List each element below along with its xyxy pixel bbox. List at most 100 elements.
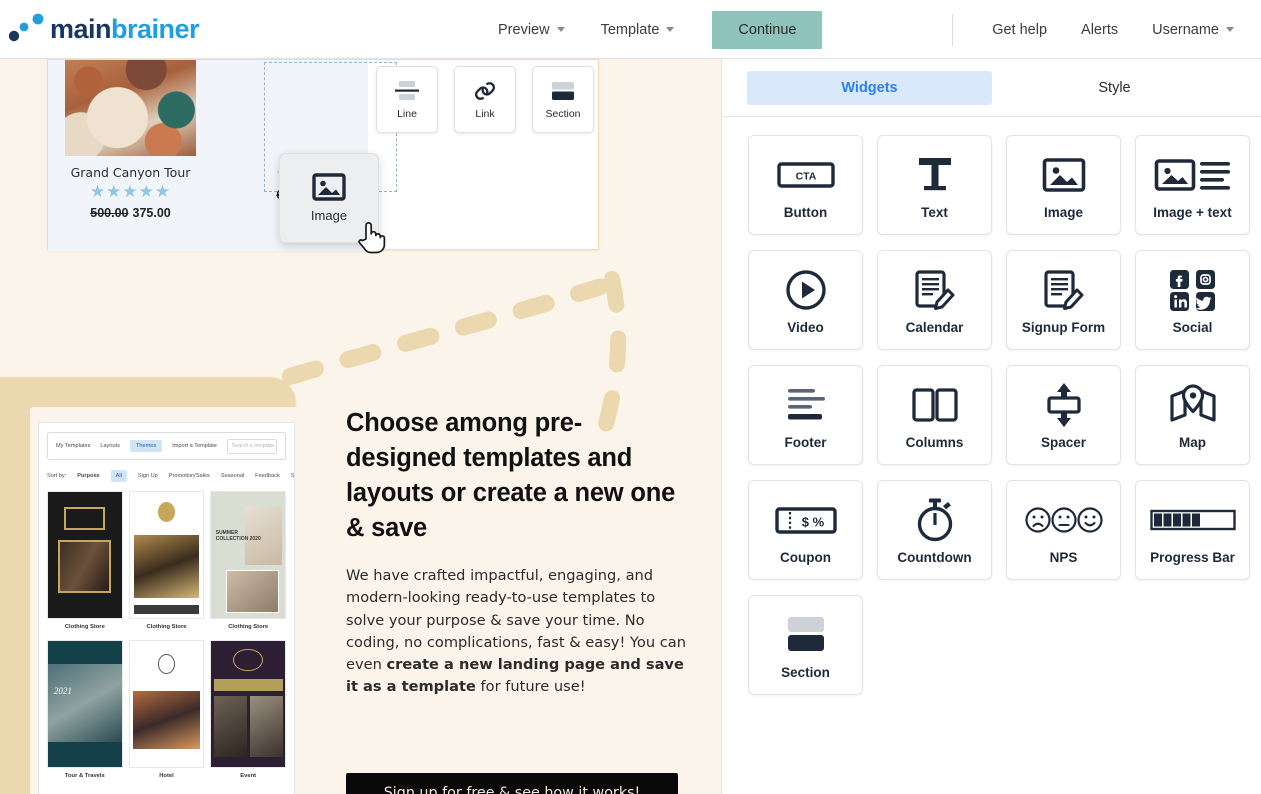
video-play-icon	[785, 266, 827, 314]
panel-tabs: Widgets Style	[723, 59, 1261, 117]
tpl-sort-value: Purpose	[77, 473, 100, 479]
template-thumb-2: SUMMER COLLECTION 2020 Clothing Store	[210, 491, 286, 634]
widget-progress-bar[interactable]: Progress Bar	[1135, 480, 1250, 580]
chevron-down-icon	[556, 27, 565, 32]
widgets-side-panel: Widgets Style CTA Button Text Image Imag…	[723, 59, 1261, 794]
template-caption-0: Clothing Store	[64, 624, 105, 630]
tpl-search-field: Search a template	[226, 438, 277, 454]
widget-spacer-label: Spacer	[1040, 434, 1087, 450]
widget-section-panel[interactable]: Section	[748, 595, 863, 695]
product-title: Grand Canyon Tour	[70, 165, 191, 180]
svg-text:$ %: $ %	[801, 514, 824, 529]
widget-image[interactable]: Image	[1006, 135, 1121, 235]
builder-drop-area[interactable]: Grand Canyon Tour ★★★★★ 500.00375.00 ★★★…	[48, 60, 397, 254]
widget-calendar[interactable]: Calendar	[877, 250, 992, 350]
promo-heading: Choose among pre-designed templates and …	[346, 409, 676, 542]
tpl-tab-2: Themes	[130, 440, 163, 452]
template-thumb-3: 2021 Tour & Travels	[47, 640, 123, 783]
template-shot-filterbar: Sort by: Purpose All Sign Up Promotion/S…	[47, 467, 294, 485]
nav-label-template: Template	[600, 21, 660, 38]
template-thumb-0: Clothing Store	[47, 491, 123, 634]
section-icon	[548, 79, 578, 103]
widget-section-label: Section	[545, 108, 581, 120]
signup-form-icon	[1042, 266, 1086, 314]
widget-social-label: Social	[1172, 319, 1213, 335]
product-card-grand-canyon[interactable]: Grand Canyon Tour ★★★★★ 500.00 375.00	[65, 60, 196, 220]
tpl-tab-3: Import a Template	[172, 443, 217, 449]
widget-image-label: Image	[1043, 204, 1084, 220]
template-caption-4: Hotel	[159, 773, 174, 779]
drag-ghost-label: Image	[310, 208, 348, 223]
tab-widgets[interactable]: Widgets	[747, 70, 992, 105]
widget-link[interactable]: Link	[454, 66, 516, 133]
line-icon	[394, 79, 420, 103]
product-image-grand-canyon	[65, 60, 196, 156]
tab-style[interactable]: Style	[992, 71, 1237, 105]
svg-text:CTA: CTA	[795, 170, 816, 182]
brand-logo[interactable]: mainbrainer	[8, 12, 200, 46]
widget-countdown-label: Countdown	[897, 549, 972, 565]
cursor-pointer-hand-icon	[356, 219, 386, 255]
widget-countdown[interactable]: Countdown	[877, 480, 992, 580]
widget-image-plus-text[interactable]: Image + text	[1135, 135, 1250, 235]
product-price-old: 500.00	[90, 206, 129, 220]
widget-image-plus-text-label: Image + text	[1153, 204, 1232, 220]
chevron-down-icon	[666, 27, 675, 32]
widget-progress-bar-label: Progress Bar	[1150, 549, 1235, 565]
widget-line[interactable]: Line	[376, 66, 438, 133]
product-rating-stars: ★★★★★	[89, 182, 172, 201]
calendar-pencil-icon	[913, 266, 957, 314]
account-nav: Get help Alerts Username	[952, 0, 1251, 59]
widget-columns-label: Columns	[905, 434, 964, 450]
widget-map[interactable]: Map	[1135, 365, 1250, 465]
widget-text[interactable]: Text	[877, 135, 992, 235]
footer-lines-icon	[782, 381, 830, 429]
widget-signup-form[interactable]: Signup Form	[1006, 250, 1121, 350]
widget-columns[interactable]: Columns	[877, 365, 992, 465]
template-caption-1: Clothing Store	[146, 624, 187, 630]
chevron-down-icon	[1226, 27, 1234, 32]
widget-spacer[interactable]: Spacer	[1006, 365, 1121, 465]
logo-text-brainer: brainer	[111, 13, 200, 44]
nav-item-get-help[interactable]: Get help	[975, 22, 1064, 38]
widget-nps[interactable]: NPS	[1006, 480, 1121, 580]
widget-calendar-label: Calendar	[905, 319, 964, 335]
nav-label-preview: Preview	[498, 21, 550, 38]
canvas-widget-strip: Line Link Section	[376, 66, 594, 133]
link-icon	[472, 79, 498, 103]
template-thumb-5: Event	[210, 640, 286, 783]
section-icon	[780, 611, 832, 659]
template-gallery-screenshot: My Templates Layouts Themes Import a Tem…	[38, 422, 295, 794]
stopwatch-icon	[914, 496, 956, 544]
widget-text-label: Text	[921, 204, 948, 220]
nav-item-username[interactable]: Username	[1135, 22, 1251, 38]
widget-button[interactable]: CTA Button	[748, 135, 863, 235]
widget-nps-label: NPS	[1049, 549, 1078, 565]
widget-social[interactable]: Social	[1135, 250, 1250, 350]
promo-copy-block: Choose among pre-designed templates and …	[346, 406, 691, 699]
nav-item-alerts[interactable]: Alerts	[1064, 22, 1135, 38]
widget-section[interactable]: Section	[532, 66, 594, 133]
widget-section-panel-label: Section	[781, 664, 830, 680]
template-thumb-4: Hotel	[128, 640, 205, 783]
landing-page-builder-card: Grand Canyon Tour ★★★★★ 500.00375.00 ★★★…	[47, 59, 599, 254]
widget-video[interactable]: Video	[748, 250, 863, 350]
nav-item-template[interactable]: Template	[583, 10, 693, 50]
continue-button[interactable]: Continue	[712, 10, 823, 49]
image-icon	[312, 173, 346, 201]
cta-button-icon: CTA	[776, 151, 835, 199]
image-plus-text-icon	[1154, 151, 1232, 199]
main-nav: Preview Template Continue	[480, 0, 823, 59]
widget-grid: CTA Button Text Image Image + text Video…	[723, 117, 1261, 695]
widget-line-label: Line	[397, 108, 417, 120]
nav-item-preview[interactable]: Preview	[480, 10, 583, 50]
signup-cta-button[interactable]: Sign up for free & see how it works!	[346, 773, 678, 794]
tpl-filter-5: Survey	[290, 473, 295, 479]
widget-coupon[interactable]: $ % Coupon	[748, 480, 863, 580]
widget-footer[interactable]: Footer	[748, 365, 863, 465]
text-t-icon	[913, 151, 957, 199]
nav-divider	[952, 13, 954, 46]
progress-bar-icon	[1149, 496, 1236, 544]
nav-label-get-help: Get help	[992, 21, 1048, 38]
logo-text-main: main	[50, 13, 112, 44]
